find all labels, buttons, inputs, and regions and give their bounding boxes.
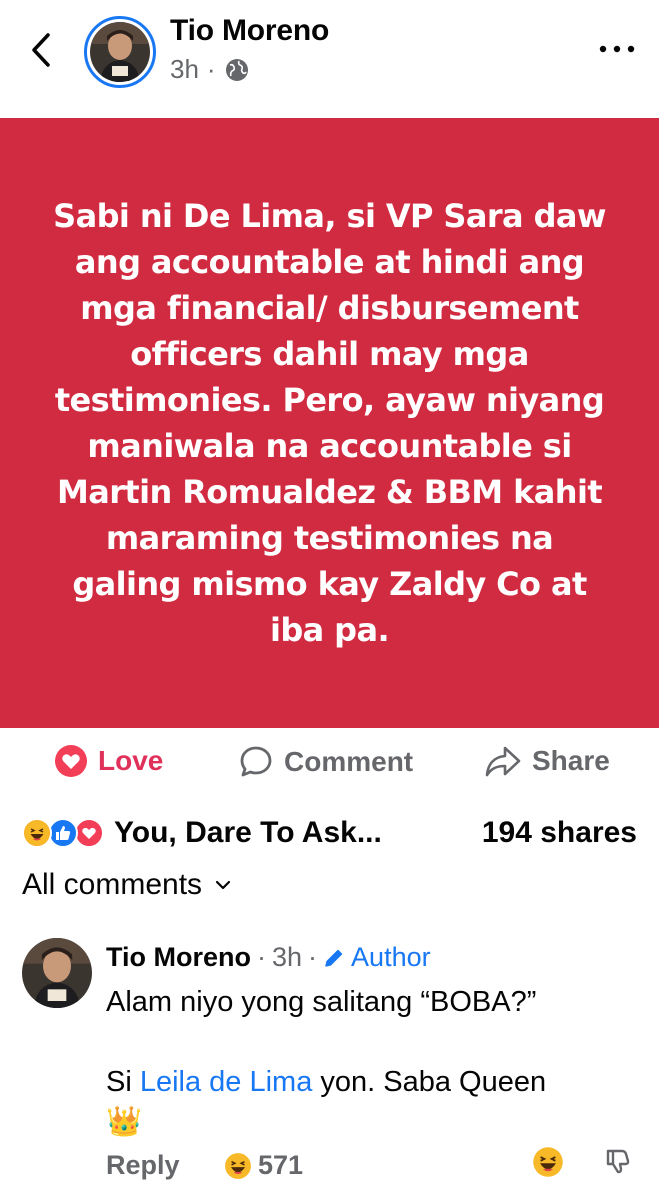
haha-reaction-icon — [225, 1152, 251, 1179]
crown-emoji: 👑 — [106, 1106, 143, 1138]
author-name[interactable]: Tio Moreno — [170, 14, 329, 48]
reactions-summary[interactable]: You, Dare To Ask... 194 shares — [0, 806, 659, 862]
comment-text: Alam niyo yong salitang “BOBA?” Si Leila… — [106, 982, 626, 1142]
share-arrow-icon — [485, 746, 521, 777]
chevron-left-icon — [32, 33, 50, 67]
post-header: Tio Moreno 3h · — [0, 0, 659, 118]
reaction-names[interactable]: You, Dare To Ask... — [114, 816, 382, 850]
author-avatar[interactable] — [84, 16, 156, 88]
share-count[interactable]: 194 shares — [482, 816, 637, 850]
post-text-banner[interactable]: Sabi ni De Lima, si VP Sara daw ang acco… — [0, 118, 659, 728]
comment-header: Tio Moreno · 3h · Author — [106, 942, 431, 973]
comment-line-1: Alam niyo yong salitang “BOBA?” — [106, 986, 537, 1018]
author-badge: Author — [323, 942, 431, 973]
love-small-reaction-icon — [74, 818, 104, 848]
comment-footer: Reply 571 — [106, 1147, 646, 1190]
comment-separator: · — [257, 942, 266, 972]
react-button[interactable] — [532, 1146, 564, 1185]
meta-separator: · — [206, 54, 216, 84]
commenter-avatar[interactable] — [22, 938, 92, 1008]
commenter-name[interactable]: Tio Moreno — [106, 942, 251, 973]
post-time[interactable]: 3h — [170, 54, 199, 85]
share-label: Share — [532, 745, 610, 776]
love-reaction-icon — [55, 745, 87, 777]
comment-reaction-count[interactable]: 571 — [224, 1150, 303, 1181]
globe-icon — [225, 58, 248, 81]
chevron-down-icon — [215, 880, 231, 890]
author-badge-label: Author — [351, 942, 431, 972]
mention-link[interactable]: Leila de Lima — [140, 1066, 313, 1098]
love-label: Love — [98, 745, 164, 776]
comments-filter-label: All comments — [22, 868, 203, 901]
back-button[interactable] — [26, 30, 56, 70]
more-dots-icon — [599, 45, 635, 53]
reaction-icons — [22, 818, 108, 850]
comment-label: Comment — [284, 746, 414, 777]
reaction-count-text: 571 — [258, 1150, 304, 1180]
more-options-button[interactable] — [595, 34, 639, 64]
comment-separator-2: · — [308, 942, 318, 972]
like-reaction-icon — [48, 818, 78, 848]
post-meta: 3h · — [170, 54, 250, 85]
post-actions-bar: Love Comment Share — [0, 730, 659, 796]
dislike-button[interactable] — [602, 1146, 632, 1183]
pencil-icon — [325, 949, 343, 967]
haha-reaction-icon — [533, 1147, 563, 1177]
share-button[interactable]: Share — [484, 744, 610, 778]
love-button[interactable]: Love — [54, 744, 163, 778]
haha-reaction-icon — [22, 818, 52, 848]
comment-button[interactable]: Comment — [238, 744, 413, 780]
comment-bubble-icon — [240, 746, 272, 777]
post-text: Sabi ni De Lima, si VP Sara daw ang acco… — [53, 197, 606, 649]
reply-button[interactable]: Reply — [106, 1150, 180, 1181]
comments-filter-dropdown[interactable]: All comments — [22, 868, 232, 902]
thumbs-down-icon — [606, 1149, 630, 1174]
comment-time: 3h — [272, 942, 303, 972]
comment-line-2: Si Leila de Lima yon. Saba Queen — [106, 1066, 547, 1098]
